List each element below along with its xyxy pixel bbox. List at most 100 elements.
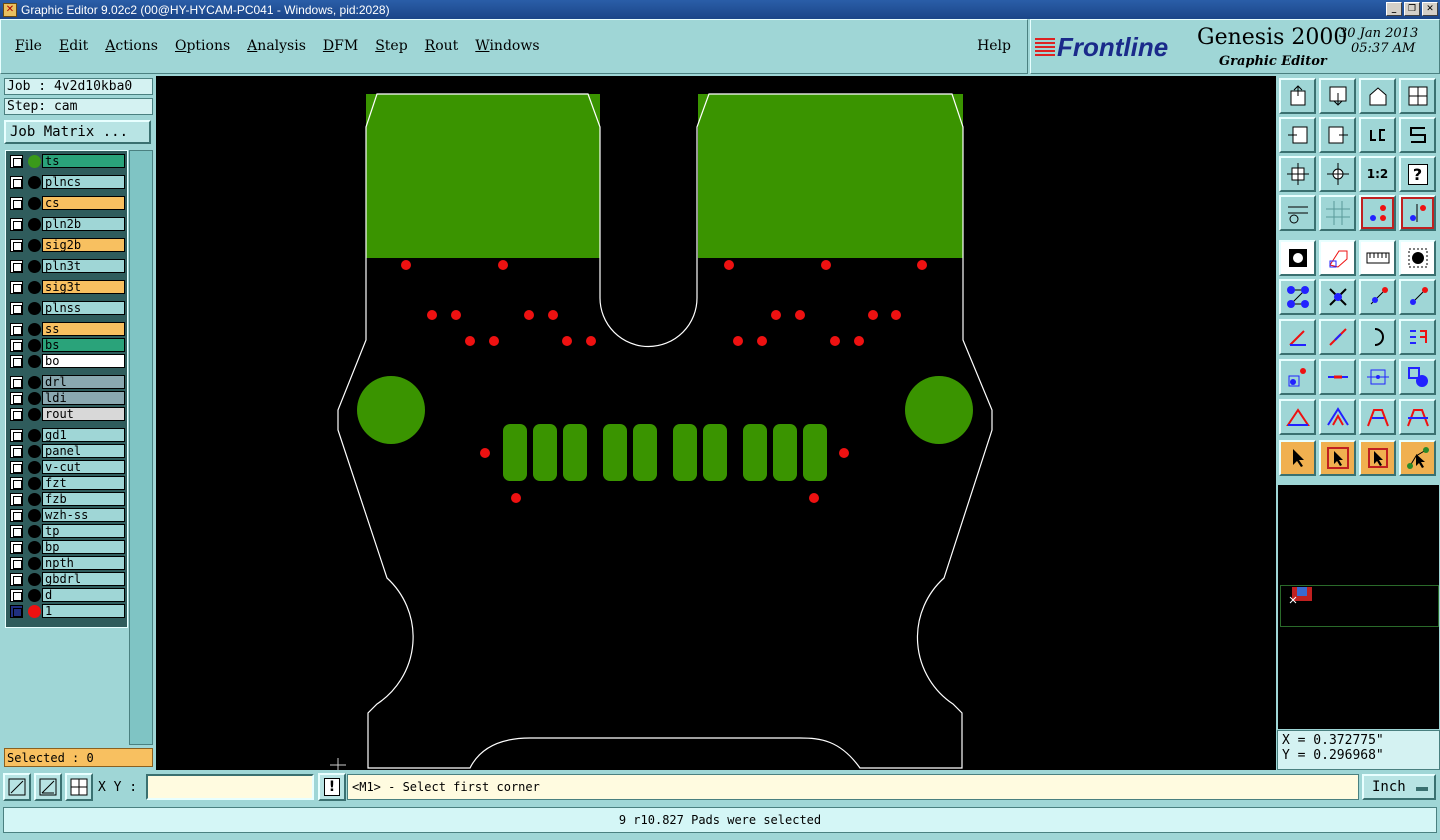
layer-checkbox[interactable] — [10, 477, 23, 490]
layer-checkbox[interactable] — [10, 445, 23, 458]
layer-checkbox[interactable] — [10, 408, 23, 421]
layer-row-rout[interactable]: rout — [8, 407, 125, 421]
segment-icon[interactable] — [1319, 359, 1356, 395]
triangle-icon[interactable] — [1279, 399, 1316, 435]
layer-checkbox[interactable] — [10, 461, 23, 474]
layer-row-ts[interactable]: ts — [8, 154, 125, 168]
home-view-icon[interactable] — [1359, 78, 1396, 114]
settings-tools-icon[interactable] — [1279, 195, 1316, 231]
snap-diagonal-icon[interactable] — [3, 773, 31, 801]
pan-left-icon[interactable] — [1279, 117, 1316, 153]
layer-row-pln3t[interactable]: pln3t — [8, 259, 125, 273]
restore-icon[interactable]: ❐ — [1404, 2, 1420, 16]
arch-cross-icon[interactable] — [1399, 399, 1436, 435]
layer-checkbox[interactable] — [10, 355, 23, 368]
layer-row-d[interactable]: d — [8, 588, 125, 602]
layer-checkbox[interactable] — [10, 557, 23, 570]
zoom-down-icon[interactable] — [1319, 78, 1356, 114]
layer-checkbox[interactable] — [10, 155, 23, 168]
job-matrix-button[interactable]: Job Matrix ... — [4, 120, 151, 144]
layer-row-1[interactable]: 1 — [8, 604, 125, 618]
layer-checkbox[interactable] — [10, 197, 23, 210]
layer-checkbox[interactable] — [10, 392, 23, 405]
menu-windows[interactable]: Windows — [475, 38, 539, 54]
delete-node-icon[interactable] — [1319, 279, 1356, 315]
select-nodes-icon[interactable] — [1279, 279, 1316, 315]
layer-checkbox[interactable] — [10, 605, 23, 618]
shapes-icon[interactable] — [1399, 359, 1436, 395]
layer-checkbox[interactable] — [10, 573, 23, 586]
layer-row-bp[interactable]: bp — [8, 540, 125, 554]
alert-icon[interactable]: ! — [318, 773, 346, 801]
snap-mode-icon[interactable] — [1359, 195, 1396, 231]
zoom-center-icon[interactable] — [1319, 156, 1356, 192]
layer-row-npth[interactable]: npth — [8, 556, 125, 570]
layer-checkbox[interactable] — [10, 589, 23, 602]
snap-center-icon[interactable] — [1399, 195, 1436, 231]
select-pointer-icon[interactable] — [1279, 440, 1316, 476]
layer-row-v-cut[interactable]: v-cut — [8, 460, 125, 474]
layer-row-gd1[interactable]: gd1 — [8, 428, 125, 442]
layer-checkbox[interactable] — [10, 176, 23, 189]
select-polygon-icon[interactable] — [1359, 440, 1396, 476]
layer-checkbox[interactable] — [10, 376, 23, 389]
layer-checkbox[interactable] — [10, 339, 23, 352]
layer-checkbox[interactable] — [10, 541, 23, 554]
layer-row-gbdrl[interactable]: gbdrl — [8, 572, 125, 586]
menu-actions[interactable]: Actions — [105, 38, 158, 54]
layer-row-bs[interactable]: bs — [8, 338, 125, 352]
close-icon[interactable]: ✕ — [1422, 2, 1438, 16]
layer-row-bo[interactable]: bo — [8, 354, 125, 368]
layer-row-ss[interactable]: ss — [8, 322, 125, 336]
display-mode-icon[interactable] — [1279, 240, 1316, 276]
move-point-icon[interactable] — [1359, 279, 1396, 315]
split-view-icon[interactable] — [1399, 78, 1436, 114]
minimize-icon[interactable]: _ — [1386, 2, 1402, 16]
layer-row-fzt[interactable]: fzt — [8, 476, 125, 490]
snap-grid-icon[interactable] — [65, 773, 93, 801]
menu-options[interactable]: Options — [175, 38, 230, 54]
measure-icon[interactable] — [1359, 359, 1396, 395]
select-box-icon[interactable] — [1319, 440, 1356, 476]
layer-checkbox[interactable] — [10, 281, 23, 294]
angle-icon[interactable] — [1279, 319, 1316, 355]
layer-checkbox[interactable] — [10, 260, 23, 273]
layer-row-wzh-ss[interactable]: wzh-ss — [8, 508, 125, 522]
layer-checkbox[interactable] — [10, 302, 23, 315]
layer-checkbox[interactable] — [10, 218, 23, 231]
menu-edit[interactable]: Edit — [59, 38, 88, 54]
line-icon[interactable] — [1319, 319, 1356, 355]
layer-checkbox[interactable] — [10, 323, 23, 336]
layer-checkbox[interactable] — [10, 509, 23, 522]
xy-input[interactable] — [146, 774, 314, 800]
grid-icon[interactable] — [1319, 195, 1356, 231]
arc-icon[interactable] — [1359, 319, 1396, 355]
layer-row-plncs[interactable]: plncs — [8, 175, 125, 189]
ruler-icon[interactable] — [1359, 240, 1396, 276]
pan-right-icon[interactable] — [1319, 117, 1356, 153]
layer-row-pln2b[interactable]: pln2b — [8, 217, 125, 231]
menu-file[interactable]: File — [15, 38, 42, 54]
layer-checkbox[interactable] — [10, 239, 23, 252]
layer-scrollbar[interactable] — [129, 150, 153, 745]
outline-mode-icon[interactable] — [1319, 240, 1356, 276]
menu-rout[interactable]: Rout — [425, 38, 459, 54]
zoom-home-icon[interactable] — [1279, 78, 1316, 114]
layer-row-drl[interactable]: drl — [8, 375, 125, 389]
scale-1-2-icon[interactable]: 1:2 — [1359, 156, 1396, 192]
overview-map[interactable] — [1277, 484, 1440, 730]
triangle-split-icon[interactable] — [1319, 399, 1356, 435]
menu-step[interactable]: Step — [375, 38, 407, 54]
layer-row-panel[interactable]: panel — [8, 444, 125, 458]
layer-row-fzb[interactable]: fzb — [8, 492, 125, 506]
fill-mode-icon[interactable] — [1399, 240, 1436, 276]
layer-checkbox[interactable] — [10, 429, 23, 442]
arch-icon[interactable] — [1359, 399, 1396, 435]
pad-icon[interactable] — [1279, 359, 1316, 395]
layer-row-sig2b[interactable]: sig2b — [8, 238, 125, 252]
layer-row-sig3t[interactable]: sig3t — [8, 280, 125, 294]
layer-row-plnss[interactable]: plnss — [8, 301, 125, 315]
menu-dfm[interactable]: DFM — [323, 38, 358, 54]
layer-row-cs[interactable]: cs — [8, 196, 125, 210]
menu-help[interactable]: Help — [977, 38, 1011, 54]
